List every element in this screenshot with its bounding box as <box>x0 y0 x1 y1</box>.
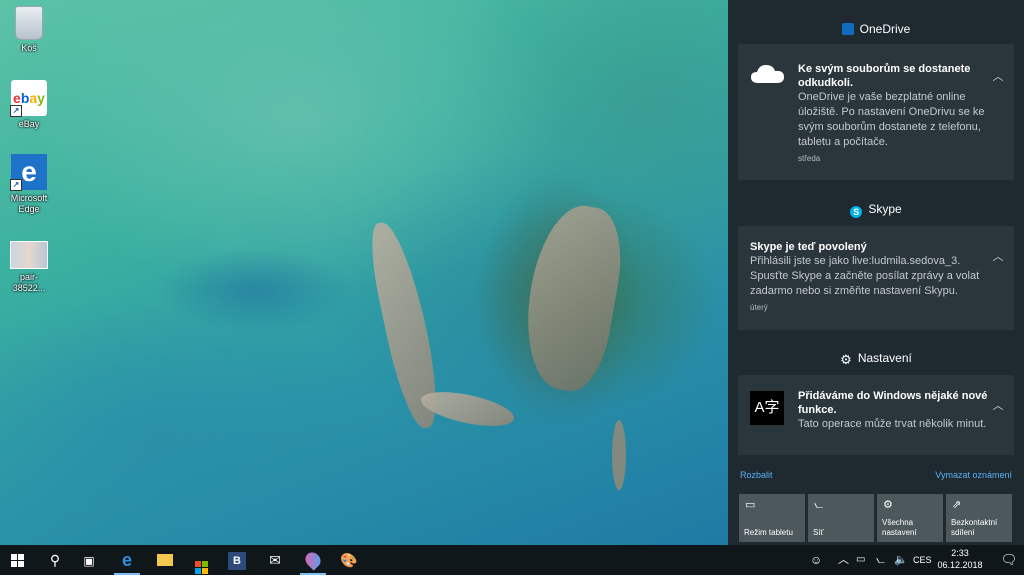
settings-icon: ⚙ <box>883 499 893 511</box>
notification-time: úterý <box>750 303 768 312</box>
taskbar: ⚲ ▣ e B ✉ 🎨 ☺ ︿ ▭ ⦦ 🔈 CES 2:33 06.12.201… <box>0 545 1024 575</box>
clock-time: 2:33 <box>951 548 969 558</box>
quick-action-label: Všechna nastavení <box>882 518 917 537</box>
photo-icon <box>10 241 48 269</box>
notification-skype[interactable]: Skype je teď povolený Přihlásili jste se… <box>738 226 1014 330</box>
notification-body: OneDrive je vaše bezplatné online úložiš… <box>798 91 985 148</box>
group-title: OneDrive <box>859 22 911 36</box>
skype-icon: S <box>850 206 863 218</box>
notification-title: Skype je teď povolený <box>750 241 867 253</box>
notification-body: Přihlásili jste se jako live:ludmila.sed… <box>750 255 980 297</box>
language-icon: A字 <box>750 391 784 425</box>
quick-action-nearby-sharing[interactable]: ⇗ Bezkontaktní sdílení <box>946 494 1012 542</box>
edge-icon: e ↗ <box>10 154 47 191</box>
tablet-mode-icon: ▭ <box>745 499 756 511</box>
notification-title: Ke svým souborům se dostanete odkudkoli. <box>798 63 971 89</box>
shortcut-arrow-icon: ↗ <box>10 179 22 191</box>
battery-icon[interactable]: ▭ <box>856 545 865 575</box>
notification-title: Přidáváme do Windows nějaké nové funkce. <box>798 390 988 416</box>
quick-action-all-settings[interactable]: ⚙ Všechna nastavení <box>877 494 943 542</box>
action-center: OneDrive Ke svým souborům se dostanete o… <box>728 0 1024 545</box>
task-view-button[interactable]: ▣ <box>72 545 106 575</box>
desktop-icon-recycle-bin[interactable]: Koš <box>4 6 54 54</box>
desktop-icon-label: Koš <box>21 43 37 53</box>
language-indicator[interactable]: CES <box>913 545 932 575</box>
quick-action-label: Síť <box>813 528 824 537</box>
taskbar-b-app[interactable]: B <box>220 545 254 575</box>
wallpaper-island <box>418 385 517 433</box>
notification-onedrive[interactable]: Ke svým souborům se dostanete odkudkoli.… <box>738 44 1014 180</box>
volume-icon[interactable]: 🔈 <box>894 545 908 575</box>
desktop-icon-label: Microsoft Edge <box>10 193 48 214</box>
wallpaper-island <box>612 420 626 490</box>
desktop-icon-label: eBay <box>18 119 40 129</box>
gear-icon: ⚙ <box>840 352 852 367</box>
edge-icon: e <box>121 550 132 570</box>
group-title: Skype <box>868 202 902 216</box>
desktop[interactable]: Koš ebay ↗ eBay e ↗ Microsoft Edge pair-… <box>0 0 728 545</box>
b-app-icon: B <box>228 552 246 571</box>
quick-action-label: Bezkontaktní sdílení <box>951 518 998 537</box>
task-view-icon: ▣ <box>83 554 95 568</box>
windows-logo-icon <box>11 554 24 567</box>
folder-icon <box>157 554 173 566</box>
taskbar-paint-3d[interactable] <box>296 545 330 575</box>
notification-body: Tato operace může trvat několik minut. <box>798 418 987 430</box>
people-icon[interactable]: ☺ <box>810 545 822 575</box>
quick-action-network[interactable]: ⦦ Síť <box>808 494 874 542</box>
paint-3d-icon <box>302 549 324 571</box>
onedrive-icon <box>841 23 854 35</box>
taskbar-store[interactable] <box>184 545 218 575</box>
start-button[interactable] <box>0 545 34 575</box>
tray-chevron-icon[interactable]: ︿ <box>838 545 849 575</box>
shortcut-arrow-icon: ↗ <box>10 105 22 117</box>
recycle-bin-icon <box>15 6 43 40</box>
expand-link[interactable]: Rozbalit <box>740 470 773 480</box>
store-icon <box>194 561 208 574</box>
nearby-sharing-icon: ⇗ <box>952 499 962 511</box>
network-icon[interactable]: ⦦ <box>876 545 885 575</box>
mail-icon: ✉ <box>269 552 281 568</box>
taskbar-file-explorer[interactable] <box>148 545 182 575</box>
ebay-icon: ebay ↗ <box>10 80 47 117</box>
group-header-skype: S Skype <box>728 202 1024 218</box>
network-icon: ⦦ <box>814 499 824 511</box>
group-header-settings: ⚙ Nastavení <box>728 351 1024 368</box>
taskbar-paint[interactable]: 🎨 <box>332 545 366 575</box>
desktop-icon-photo[interactable]: pair-38522... <box>4 236 54 294</box>
group-title: Nastavení <box>857 351 912 365</box>
desktop-icon-edge[interactable]: e ↗ Microsoft Edge <box>4 154 54 215</box>
search-icon: ⚲ <box>49 552 61 568</box>
paint-palette-icon: 🎨 <box>340 552 358 568</box>
clock-date: 06.12.2018 <box>937 560 983 570</box>
collapse-chevron-icon[interactable]: ︿ <box>992 248 1004 263</box>
taskbar-mail[interactable]: ✉ <box>258 545 292 575</box>
clock[interactable]: 2:33 06.12.2018 <box>930 547 990 571</box>
collapse-chevron-icon[interactable]: ︿ <box>992 397 1004 412</box>
notification-time: středa <box>798 154 821 163</box>
desktop-icon-ebay[interactable]: ebay ↗ eBay <box>4 80 54 130</box>
notification-icon: 🗨 <box>1000 552 1018 567</box>
quick-action-label: Režim tabletu <box>744 528 793 537</box>
desktop-icon-label: pair-38522... <box>12 272 46 293</box>
taskbar-edge[interactable]: e <box>110 545 144 575</box>
group-header-onedrive: OneDrive <box>728 22 1024 36</box>
collapse-chevron-icon[interactable]: ︿ <box>992 68 1004 83</box>
clear-notifications-link[interactable]: Vymazat oznámení <box>935 470 1012 480</box>
quick-action-tablet-mode[interactable]: ▭ Režim tabletu <box>739 494 805 542</box>
search-button[interactable]: ⚲ <box>38 545 72 575</box>
cloud-icon <box>751 65 784 83</box>
notifications-button[interactable]: 🗨 <box>994 545 1024 575</box>
notification-settings[interactable]: A字 Přidáváme do Windows nějaké nové funk… <box>738 375 1014 455</box>
